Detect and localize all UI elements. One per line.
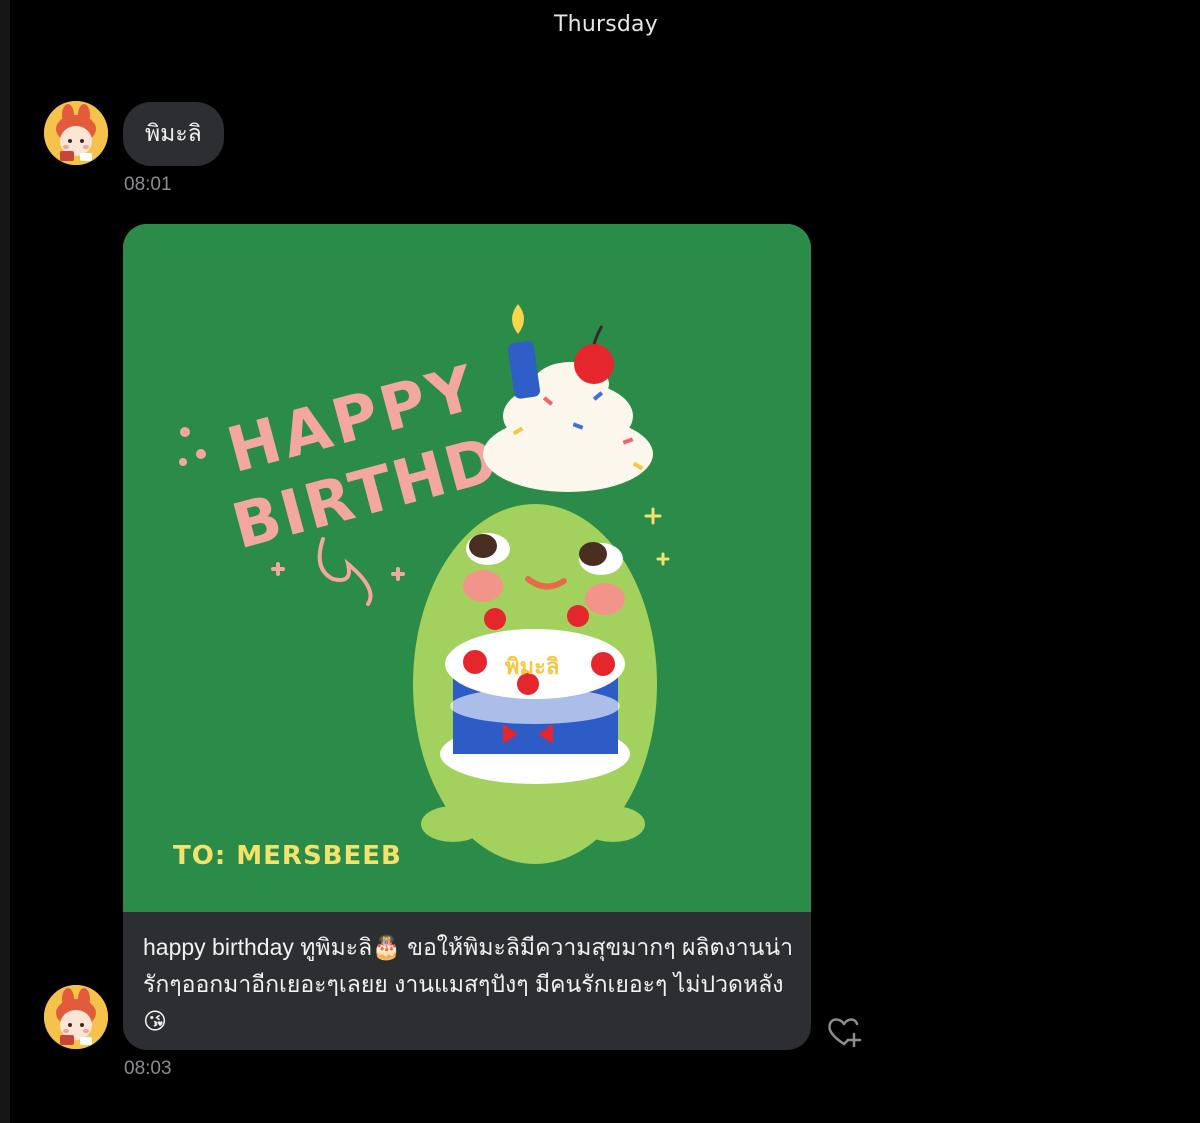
sender-avatar[interactable] [44,985,108,1049]
message-timestamp: 08:03 [124,1058,172,1079]
day-separator: Thursday [554,12,658,37]
bunny-girl-avatar-icon [44,101,108,165]
cake-label: พิมะลิ [505,655,559,680]
message-text: happy birthday ทูพิมะลิ🎂 ขอให้พิมะลิมีคว… [143,934,793,1034]
bunny-girl-avatar-icon [44,985,108,1049]
message-timestamp: 08:01 [124,174,172,195]
heart-plus-icon [828,1018,862,1048]
sender-avatar[interactable] [44,101,108,165]
message-bubble-sender-name[interactable]: พิมะลิ [123,102,224,166]
window-left-edge [0,0,10,1123]
add-reaction-button[interactable] [824,1012,864,1052]
birthday-illustration: HAPPY BIRTHDAY พิมะลิ TO: MERSBEEB [123,224,811,912]
birthday-card-message[interactable]: HAPPY BIRTHDAY พิมะลิ TO: MERSBEEB happy… [123,224,811,1050]
card-signature: TO: MERSBEEB [173,841,402,871]
birthday-card-image[interactable]: HAPPY BIRTHDAY พิมะลิ TO: MERSBEEB [123,224,811,912]
message-text: พิมะลิ [145,121,202,147]
